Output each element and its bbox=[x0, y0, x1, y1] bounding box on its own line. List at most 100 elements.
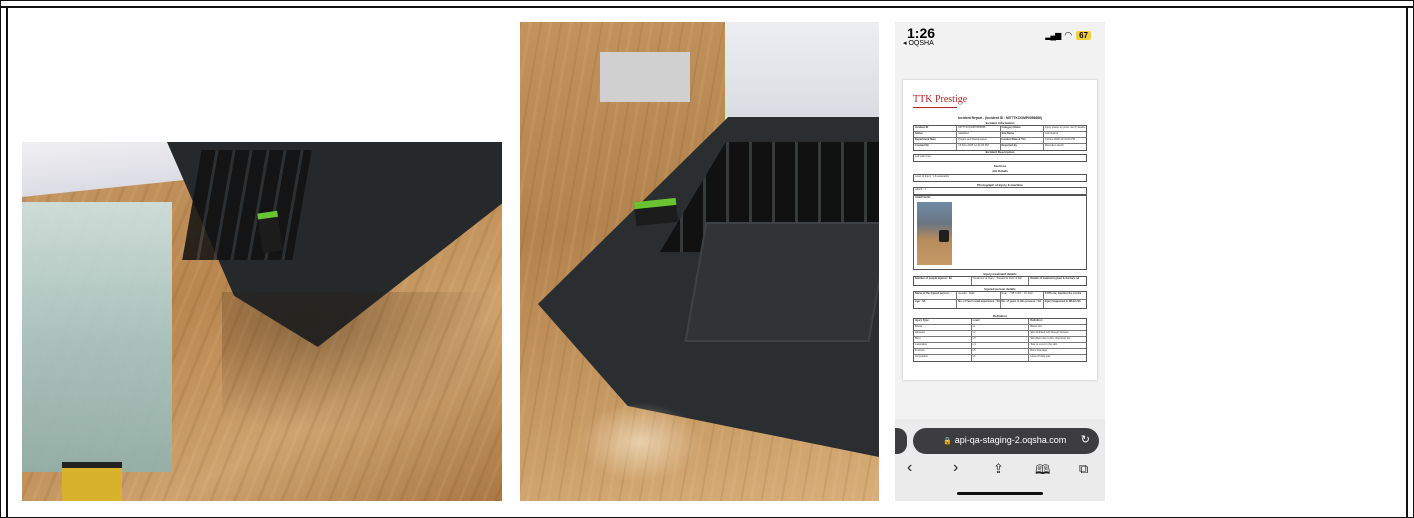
table-cell: Fracture bbox=[914, 349, 972, 354]
table-cell: Department Nam bbox=[914, 138, 958, 143]
brand-logo: TTK Prestige bbox=[913, 94, 968, 105]
battery-level: 67 bbox=[1076, 31, 1091, 40]
table-cell: L3 bbox=[972, 337, 1030, 342]
yellow-object bbox=[62, 462, 122, 501]
table-cell: Blood clot bbox=[1030, 325, 1042, 328]
glass-partition bbox=[22, 202, 172, 472]
table-cell: Level of Injury : L4-Laceration bbox=[915, 175, 950, 178]
table-cell: L1 bbox=[972, 325, 1030, 330]
table-cell: Name of the injured person : - bbox=[914, 292, 958, 299]
table-cell: Skin Burn due to fire, chemical, etc bbox=[1030, 337, 1071, 340]
table-cell: Injury Happened in Which Sh bbox=[1044, 300, 1081, 303]
frame-left-border bbox=[6, 6, 8, 518]
laptop-sticker bbox=[633, 197, 679, 227]
bookmarks-icon[interactable]: 🕮 bbox=[1035, 461, 1050, 483]
url-display: 🔒 api-qa-staging-2.oqsha.com bbox=[943, 435, 1066, 445]
share-icon[interactable]: ⇪ bbox=[993, 461, 1004, 477]
table-cell: Injury (caste an prost. iam?) deaths bbox=[1044, 126, 1086, 129]
table-cell: Tear or a cut in the skin bbox=[1030, 343, 1058, 346]
table-row: Amputation L6 Loss of body part bbox=[914, 355, 1086, 361]
brand-underline bbox=[913, 107, 957, 108]
table-cell: Attach : 1 bbox=[915, 188, 926, 191]
attach-box: Attach : 1 bbox=[913, 187, 1087, 195]
incident-info-table: Incident ID MIT7TKOOMP0056686 Category N… bbox=[913, 125, 1087, 151]
table-cell: If Off role, mention the contra bbox=[1044, 292, 1082, 295]
touchpad bbox=[684, 222, 879, 342]
frame-top-border bbox=[0, 6, 1414, 8]
thumbnail-object bbox=[939, 230, 949, 242]
injury-treatment-table: Number of people injured : 0A Treatment … bbox=[913, 276, 1087, 286]
tabs-icon[interactable]: ⧉ bbox=[1079, 461, 1088, 477]
table-cell: MIT7TKOOMP0056686 bbox=[957, 126, 1001, 131]
home-indicator[interactable] bbox=[957, 492, 1043, 495]
table-row: Age : 0A No. of Year's total experience … bbox=[914, 300, 1086, 308]
section-job-details: Job Details bbox=[991, 169, 1008, 173]
keyboard bbox=[182, 150, 312, 260]
wifi-icon: ◠ bbox=[1064, 30, 1073, 40]
signal-bars-icon: ▂▄▆ bbox=[1045, 31, 1061, 40]
table-cell: Status bbox=[914, 132, 958, 137]
table-row: Left palm fore bbox=[914, 155, 1086, 161]
incident-report-page[interactable]: TTK Prestige Incident Report - (Incident… bbox=[903, 80, 1097, 380]
table-cell: L6 bbox=[972, 355, 1030, 361]
grey-box bbox=[600, 52, 690, 102]
back-button[interactable]: ‹ bbox=[907, 459, 912, 477]
table-cell: Incident ID bbox=[914, 126, 958, 131]
report-title: Incident Report - (Incident ID : MIT7TKO… bbox=[958, 116, 1042, 120]
table-cell: Incident Date & Tim bbox=[1001, 138, 1044, 143]
table-cell: Role : - OB / OFF : On Roll bbox=[1001, 292, 1044, 299]
injured-person-table: Name of the injured person : - Gender : … bbox=[913, 291, 1087, 309]
table-cell: Details of treatment given & doctor's ad bbox=[1030, 277, 1080, 280]
lock-icon: 🔒 bbox=[943, 438, 952, 445]
photo-laptop-keyboard[interactable] bbox=[520, 22, 879, 501]
reload-icon[interactable]: ↻ bbox=[1081, 433, 1090, 446]
previous-tab-sliver[interactable] bbox=[895, 428, 907, 454]
table-cell: Level bbox=[972, 319, 1030, 324]
table-cell: Coimbatore bbox=[1044, 132, 1059, 135]
table-cell: Bone Damage bbox=[1030, 349, 1047, 352]
forward-button[interactable]: › bbox=[953, 459, 958, 477]
table-cell: Gender : Male bbox=[957, 292, 1001, 299]
job-details-box: Level of Injury : L4-Laceration bbox=[913, 174, 1087, 182]
table-cell: L4 bbox=[972, 343, 1030, 348]
table-cell: Amputation bbox=[914, 355, 972, 361]
table-cell: Age : 0A bbox=[914, 300, 958, 308]
table-cell: Loss of body part bbox=[1030, 355, 1051, 358]
table-cell: No. of Year's total experience : 0A bbox=[957, 300, 1001, 308]
definition-table: Injury Type Level Definition Bruise L1 B… bbox=[913, 318, 1087, 362]
table-cell: Validated bbox=[957, 132, 1001, 137]
table-cell: L2 bbox=[972, 331, 1030, 336]
table-cell: Skin Rubbed with Rough Surface bbox=[1030, 331, 1069, 334]
back-to-app-link[interactable]: ◂ OQSHA bbox=[903, 39, 934, 47]
frame-right-border bbox=[1406, 6, 1408, 518]
table-cell: No. of years in this process : 0A bbox=[1001, 300, 1044, 308]
table-row: Number of people injured : 0A Treatment … bbox=[914, 277, 1086, 285]
table-cell: Injury Type bbox=[914, 319, 972, 324]
browser-toolbar: 🔒 api-qa-staging-2.oqsha.com ↻ ‹ › ⇪ 🕮 ⧉ bbox=[895, 419, 1105, 501]
table-row: Attach : 1 bbox=[914, 188, 1086, 194]
attachment-thumbnail[interactable] bbox=[917, 202, 952, 265]
photo-laptop-corner[interactable] bbox=[22, 142, 502, 501]
table-cell: L5 bbox=[972, 349, 1030, 354]
url-text: api-qa-staging-2.oqsha.com bbox=[954, 435, 1067, 445]
table-cell: Treatment of Injury : Treated at OHC & R… bbox=[972, 277, 1030, 285]
table-cell: Definition bbox=[1030, 319, 1043, 322]
laptop-shadow bbox=[222, 292, 502, 432]
system-icons: ▂▄▆ ◠ 67 bbox=[1045, 30, 1091, 41]
status-bar: 1:26 ◂ OQSHA ▂▄▆ ◠ 67 bbox=[895, 22, 1105, 47]
address-bar[interactable]: 🔒 api-qa-staging-2.oqsha.com ↻ bbox=[913, 428, 1099, 454]
table-cell: Laceration bbox=[914, 343, 972, 348]
table-row: Name of the injured person : - Gender : … bbox=[914, 292, 1086, 300]
table-cell: 13-Nov-2025 12:41:00 PM bbox=[1044, 138, 1076, 141]
light-glare bbox=[580, 402, 700, 482]
table-cell: Abrasion bbox=[914, 331, 972, 336]
phone-screenshot: 1:26 ◂ OQSHA ▂▄▆ ◠ 67 TTK Prestige Incid… bbox=[895, 22, 1105, 501]
table-row: Level of Injury : L4-Laceration bbox=[914, 175, 1086, 181]
description-box: Left palm fore bbox=[913, 154, 1087, 162]
section-sections: Sections bbox=[993, 164, 1007, 168]
table-cell: Burn bbox=[914, 337, 972, 342]
table-cell: Category Name bbox=[1001, 126, 1044, 131]
table-cell: Bruise bbox=[914, 325, 972, 330]
table-cell: Number of people injured : 0A bbox=[914, 277, 972, 285]
table-cell: Left palm fore bbox=[915, 155, 931, 158]
